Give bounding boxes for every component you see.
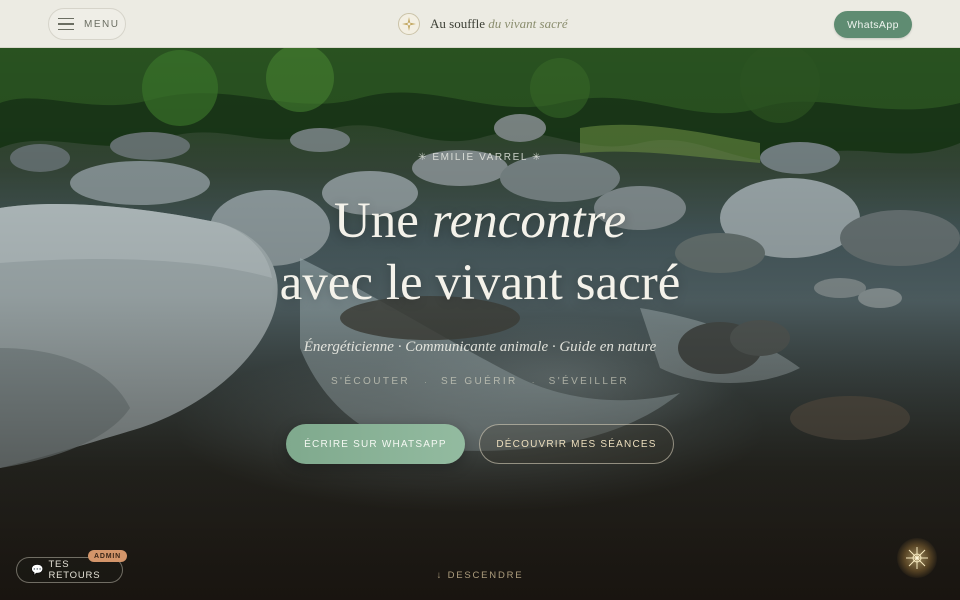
mandala-icon[interactable] — [897, 538, 937, 578]
compass-star-icon — [398, 13, 420, 35]
hero-triad: S'ÉCOUTER · SE GUÉRIR · S'ÉVEILLER — [0, 376, 960, 387]
menu-button[interactable]: MENU — [48, 8, 126, 40]
feedback-label: TES RETOURS — [48, 559, 101, 581]
brand-logo-link[interactable]: Au souffle du vivant sacré — [398, 13, 568, 35]
triad-separator: · — [531, 376, 535, 387]
triad-item: SE GUÉRIR — [441, 376, 518, 387]
triad-item: S'ÉCOUTER — [330, 376, 411, 387]
brand-tagline: du vivant sacré — [488, 16, 568, 31]
whatsapp-cta-button[interactable]: ÉCRIRE SUR WHATSAPP — [286, 424, 465, 464]
menu-label: MENU — [84, 18, 120, 30]
brand-name: Au souffle du vivant sacré — [430, 16, 568, 31]
triad-separator: · — [424, 376, 428, 387]
admin-badge: ADMIN — [88, 550, 127, 562]
top-navigation-bar: MENU Au souffle du vivant sacré WhatsApp — [0, 0, 960, 48]
hamburger-icon — [58, 17, 74, 31]
triad-item: S'ÉVEILLER — [548, 376, 630, 387]
whatsapp-header-button[interactable]: WhatsApp — [834, 11, 912, 38]
hero-subtitle: Énergéticienne · Communicante animale · … — [303, 339, 657, 355]
hero-overlay — [0, 48, 960, 600]
hero-eyebrow: ✳ EMILIE VARREL ✳ — [418, 152, 542, 163]
hero-headline: Une rencontre avec le vivant sacré — [279, 193, 681, 311]
speech-bubble-icon: 💬 — [31, 564, 44, 576]
sessions-cta-button[interactable]: DÉCOUVRIR MES SÉANCES — [479, 424, 674, 464]
hero-background — [0, 48, 960, 600]
scroll-down-link[interactable]: ↓ DESCENDRE — [0, 570, 960, 581]
